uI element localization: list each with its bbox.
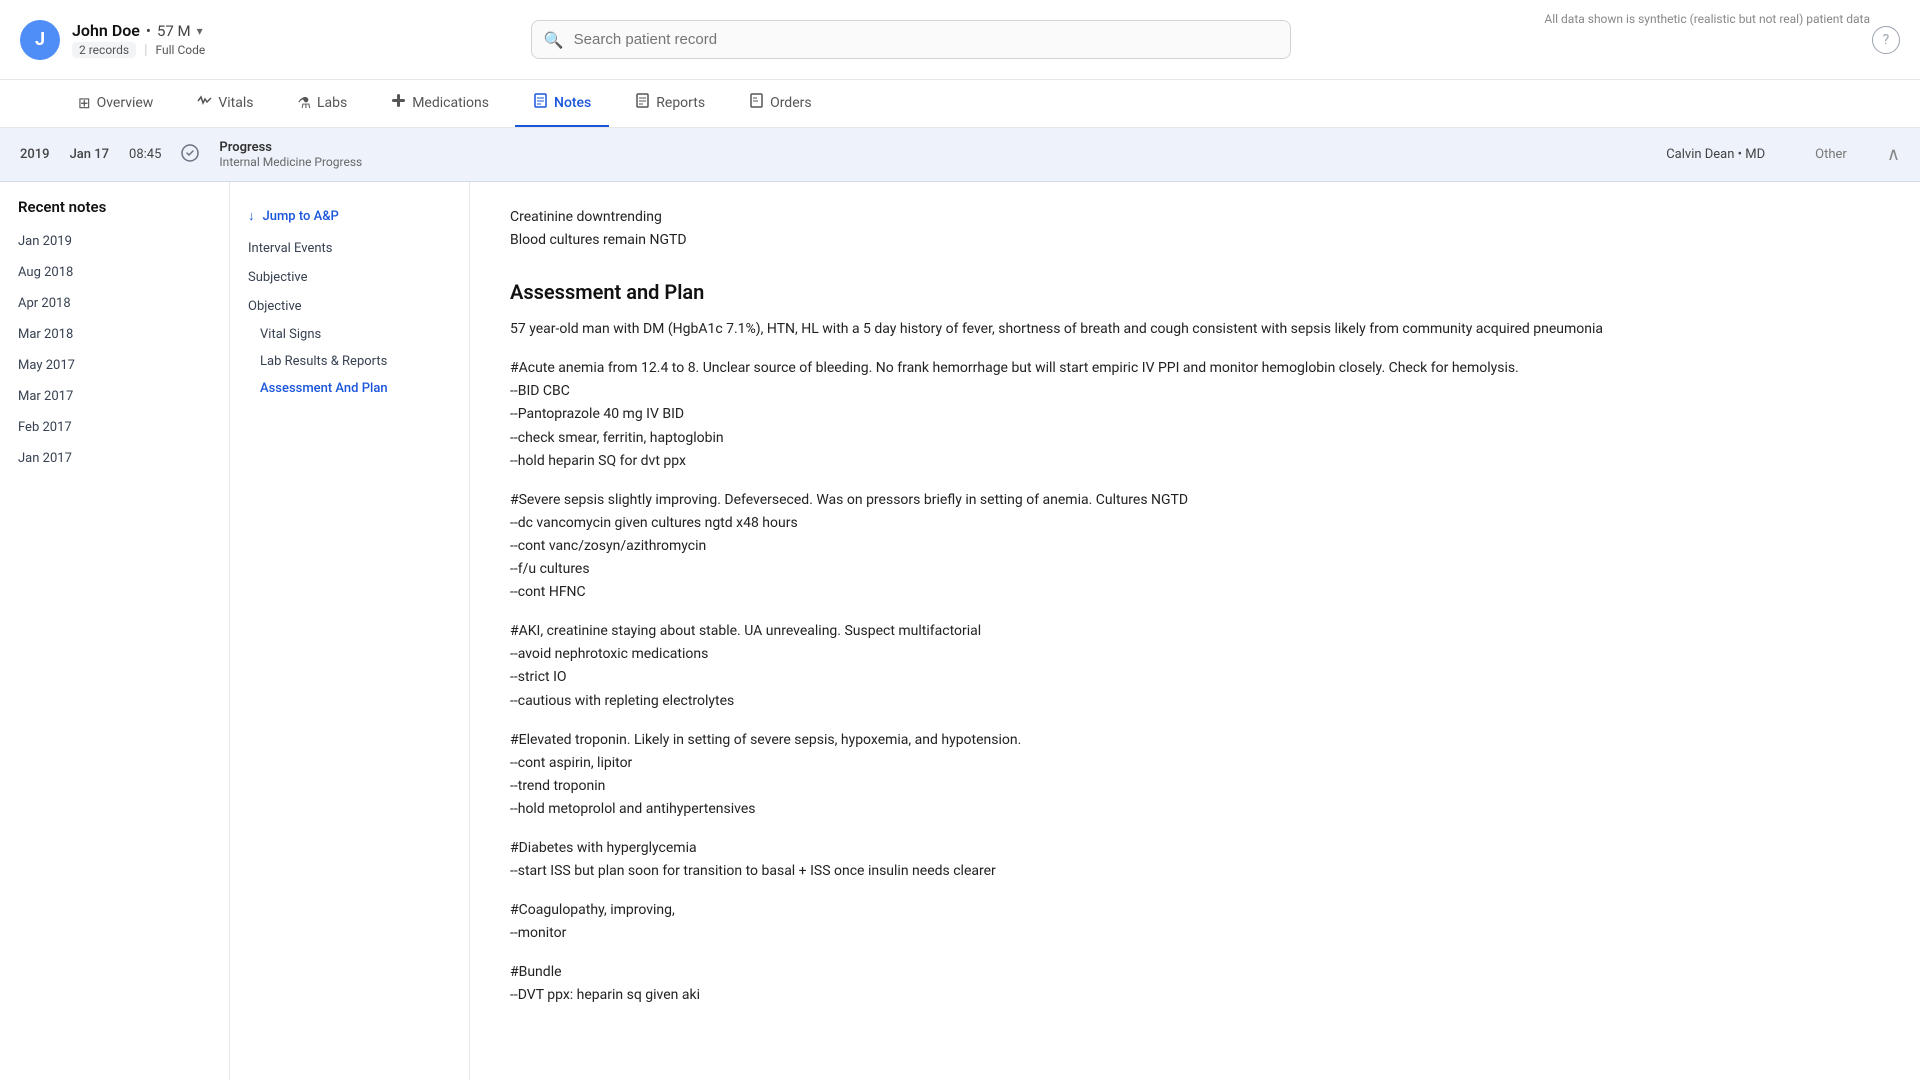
reports-icon <box>635 93 650 112</box>
orders-icon <box>749 93 764 112</box>
tab-labs-label: Labs <box>317 95 347 111</box>
sidebar-item-apr2018[interactable]: Apr 2018 <box>0 288 229 319</box>
diabetes-text: #Diabetes with hyperglycemia --start ISS… <box>510 837 1880 883</box>
sidebar: Recent notes Jan 2019 Aug 2018 Apr 2018 … <box>0 182 230 1080</box>
search-input[interactable] <box>531 20 1291 59</box>
sepsis-text: #Severe sepsis slightly improving. Defev… <box>510 489 1880 604</box>
outline-interval-events[interactable]: Interval Events <box>230 234 469 263</box>
tab-orders[interactable]: Orders <box>731 80 830 127</box>
tab-medications-label: Medications <box>412 95 489 111</box>
nav-tabs: ⊞ Overview Vitals ⚗ Labs Medications Not… <box>0 80 1920 128</box>
patient-age-gender: • <box>146 22 151 40</box>
anemia-text: #Acute anemia from 12.4 to 8. Unclear so… <box>510 357 1880 472</box>
code-status: Full Code <box>156 43 206 57</box>
sidebar-item-jan2017[interactable]: Jan 2017 <box>0 443 229 474</box>
avatar: J <box>20 20 60 60</box>
sidebar-title: Recent notes <box>0 198 229 226</box>
tab-medications[interactable]: Medications <box>373 80 507 127</box>
notes-icon <box>533 93 548 112</box>
note-year: 2019 <box>20 147 50 162</box>
patient-age: 57 M <box>157 22 191 40</box>
synthetic-note: All data shown is synthetic (realistic b… <box>1544 12 1870 26</box>
tab-overview-label: Overview <box>97 95 154 111</box>
tab-labs[interactable]: ⚗ Labs <box>279 80 365 127</box>
note-progress: Progress <box>219 140 362 155</box>
note-date: Jan 17 <box>70 147 109 162</box>
patient-info: J John Doe • 57 M ▾ 2 records | Full Cod… <box>20 20 240 60</box>
assessment-intro: 57 year-old man with DM (HgbA1c 7.1%), H… <box>510 318 1880 341</box>
sidebar-item-jan2019[interactable]: Jan 2019 <box>0 226 229 257</box>
outline-objective[interactable]: Objective <box>230 292 469 321</box>
sidebar-item-mar2017[interactable]: Mar 2017 <box>0 381 229 412</box>
jump-down-icon: ↓ <box>248 208 255 224</box>
tab-orders-label: Orders <box>770 95 812 111</box>
outline-lab-results[interactable]: Lab Results & Reports <box>230 348 469 375</box>
search-bar: 🔍 <box>531 20 1291 59</box>
note-header-bar: 2019 Jan 17 08:45 Progress Internal Medi… <box>0 128 1920 182</box>
vitals-icon <box>197 93 212 112</box>
coagulopathy-text: #Coagulopathy, improving, --monitor <box>510 899 1880 945</box>
patient-name: John Doe <box>72 21 140 40</box>
top-right: All data shown is synthetic (realistic b… <box>1872 26 1900 54</box>
jump-to-ap[interactable]: ↓ Jump to A&P <box>230 198 469 234</box>
top-bar: J John Doe • 57 M ▾ 2 records | Full Cod… <box>0 0 1920 80</box>
labs-icon: ⚗ <box>297 94 310 112</box>
bundle-text: #Bundle --DVT ppx: heparin sq given aki <box>510 961 1880 1007</box>
tab-overview[interactable]: ⊞ Overview <box>60 80 171 127</box>
jump-label: Jump to A&P <box>263 209 339 224</box>
sidebar-item-mar2018[interactable]: Mar 2018 <box>0 319 229 350</box>
sidebar-item-may2017[interactable]: May 2017 <box>0 350 229 381</box>
collapse-icon[interactable]: ∧ <box>1887 144 1900 165</box>
pre-text: Creatinine downtrending Blood cultures r… <box>510 206 1880 252</box>
troponin-text: #Elevated troponin. Likely in setting of… <box>510 729 1880 821</box>
outline-pane: ↓ Jump to A&P Interval Events Subjective… <box>230 182 470 1080</box>
outline-vital-signs[interactable]: Vital Signs <box>230 321 469 348</box>
sidebar-item-feb2017[interactable]: Feb 2017 <box>0 412 229 443</box>
sidebar-item-aug2018[interactable]: Aug 2018 <box>0 257 229 288</box>
assessment-section: Assessment and Plan 57 year-old man with… <box>510 280 1880 1007</box>
note-type-icon <box>181 144 199 166</box>
aki-text: #AKI, creatinine staying about stable. U… <box>510 620 1880 712</box>
note-doctor: Calvin Dean • MD <box>1666 147 1765 162</box>
outline-subjective[interactable]: Subjective <box>230 263 469 292</box>
medications-icon <box>391 93 406 112</box>
records-badge: 2 records <box>72 42 136 58</box>
assessment-title: Assessment and Plan <box>510 280 1880 304</box>
tab-notes[interactable]: Notes <box>515 80 609 127</box>
pre-section: Creatinine downtrending Blood cultures r… <box>510 206 1880 252</box>
patient-dropdown-icon[interactable]: ▾ <box>197 24 203 38</box>
tab-vitals-label: Vitals <box>218 95 253 111</box>
main-layout: Recent notes Jan 2019 Aug 2018 Apr 2018 … <box>0 182 1920 1080</box>
note-title-block: Progress Internal Medicine Progress <box>219 140 362 169</box>
search-icon: 🔍 <box>544 30 564 49</box>
outline-assessment-and-plan[interactable]: Assessment And Plan <box>230 375 469 402</box>
note-other: Other <box>1815 147 1847 162</box>
note-subtype: Internal Medicine Progress <box>219 155 362 169</box>
overview-icon: ⊞ <box>78 94 91 112</box>
content-pane: Creatinine downtrending Blood cultures r… <box>470 182 1920 1080</box>
tab-notes-label: Notes <box>554 95 591 111</box>
tab-reports[interactable]: Reports <box>617 80 723 127</box>
tab-vitals[interactable]: Vitals <box>179 80 271 127</box>
help-icon[interactable]: ? <box>1872 26 1900 54</box>
tab-reports-label: Reports <box>656 95 705 111</box>
note-time: 08:45 <box>129 147 161 162</box>
